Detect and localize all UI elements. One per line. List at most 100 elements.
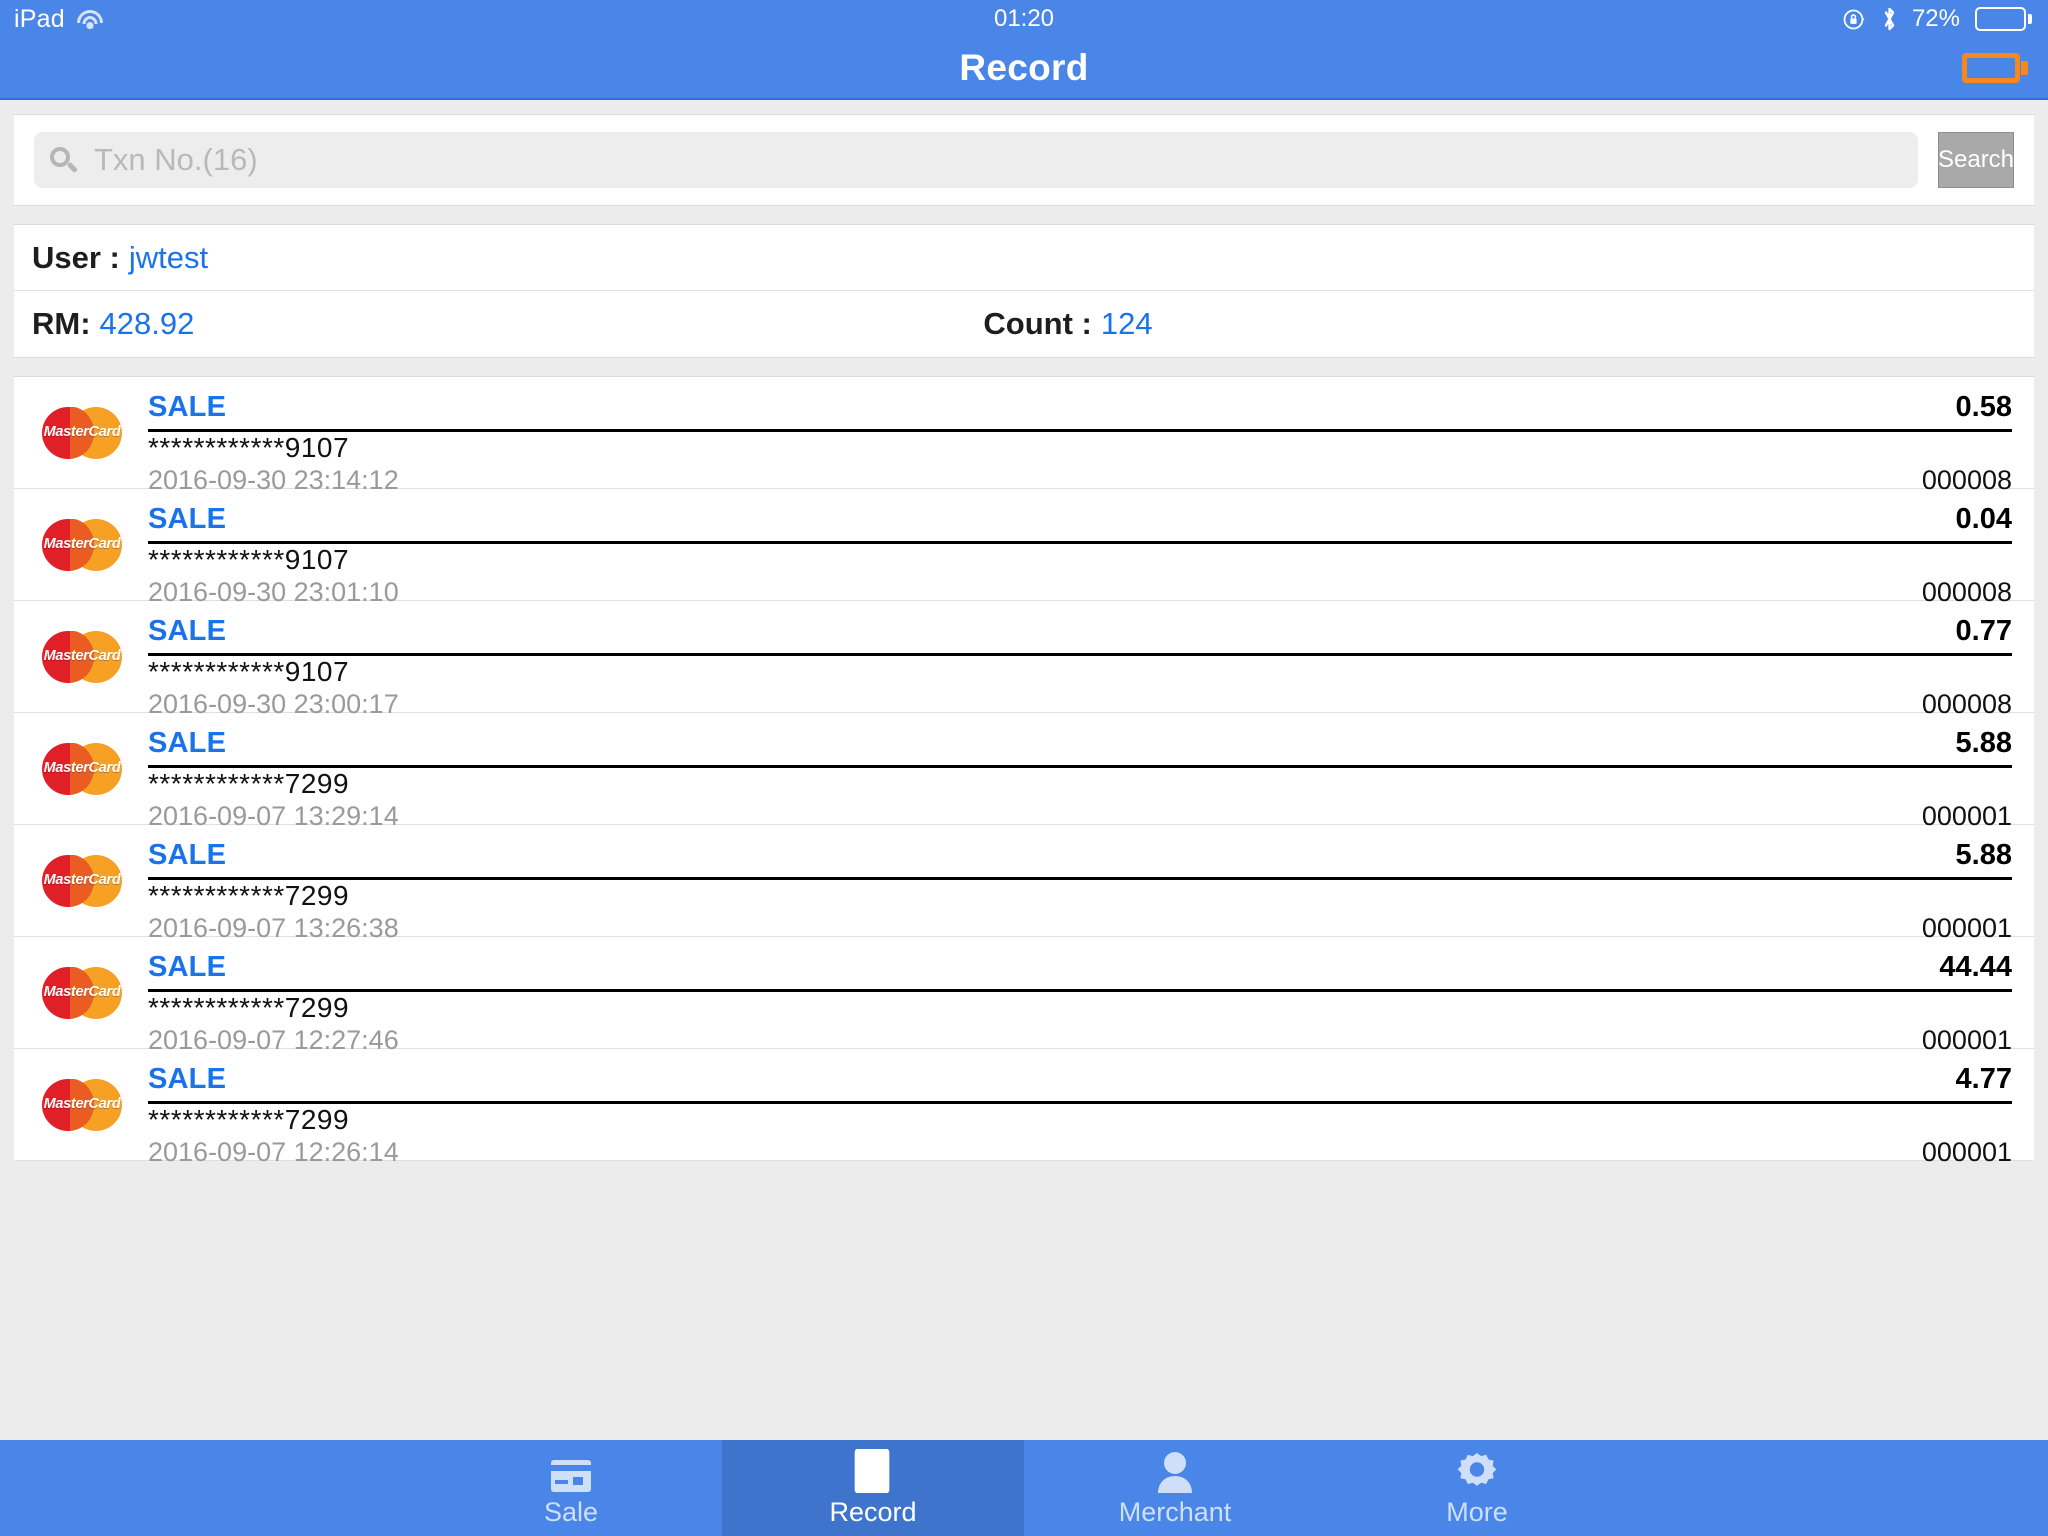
transaction-divider bbox=[148, 989, 2012, 992]
document-list-icon bbox=[852, 1448, 894, 1493]
transaction-card-number: ************9107 bbox=[148, 656, 350, 687]
credit-card-icon bbox=[550, 1449, 592, 1493]
search-card: Txn No.(16) Search bbox=[14, 114, 2034, 206]
transaction-divider bbox=[148, 541, 2012, 544]
mastercard-wordmark: MasterCard bbox=[43, 759, 121, 776]
tab-more[interactable]: More bbox=[1326, 1440, 1628, 1536]
count-value: 124 bbox=[1100, 306, 1153, 341]
mastercard-wordmark: MasterCard bbox=[43, 871, 121, 888]
battery-icon bbox=[1975, 7, 2032, 31]
transaction-amount: 5.88 bbox=[1955, 727, 2012, 759]
transaction-divider bbox=[148, 429, 2012, 432]
transaction-body: SALE 0.04 ************9107 2016-09-30 23:01… bbox=[148, 489, 2012, 607]
tab-bar: Sale Record Merchant More bbox=[0, 1440, 2048, 1536]
transaction-row[interactable]: MasterCard SALE 0.77 ************9107 2016-0… bbox=[14, 601, 2034, 719]
transaction-divider bbox=[148, 765, 2012, 768]
mastercard-wordmark: MasterCard bbox=[43, 983, 121, 1000]
tab-sale[interactable]: Sale bbox=[420, 1440, 722, 1536]
transaction-card-number: ************7299 bbox=[148, 1104, 350, 1135]
amount-label: RM: bbox=[32, 306, 91, 341]
tab-label-more: More bbox=[1446, 1496, 1508, 1527]
status-bar-right: 72% bbox=[1842, 5, 2032, 33]
mastercard-logo-icon: MasterCard bbox=[42, 406, 122, 459]
mastercard-logo-icon: MasterCard bbox=[42, 854, 122, 907]
transaction-body: SALE 5.88 ************7299 2016-09-07 13:26… bbox=[148, 825, 2012, 943]
mastercard-logo-icon: MasterCard bbox=[42, 630, 122, 683]
tab-label-record: Record bbox=[829, 1496, 917, 1527]
transaction-row[interactable]: MasterCard SALE 4.77 ************7299 2016-0… bbox=[14, 1049, 2034, 1167]
transaction-trace-number: 000001 bbox=[1921, 1137, 2012, 1167]
status-bar-clock: 01:20 bbox=[993, 5, 1055, 32]
mastercard-wordmark: MasterCard bbox=[43, 535, 121, 552]
mastercard-wordmark: MasterCard bbox=[43, 1095, 121, 1112]
summary-totals-row: RM: 428.92 Count : 124 bbox=[14, 291, 2034, 357]
transaction-divider bbox=[148, 1101, 2012, 1104]
tab-record[interactable]: Record bbox=[722, 1440, 1024, 1536]
transaction-row[interactable]: MasterCard SALE 0.04 ************9107 2016-0… bbox=[14, 489, 2034, 607]
tab-bar-spacer bbox=[0, 1440, 420, 1536]
status-bar: iPad 01:20 72% bbox=[0, 0, 2048, 38]
count-label: Count : bbox=[983, 306, 1092, 341]
transaction-row[interactable]: MasterCard SALE 0.58 ************9107 2016-0… bbox=[14, 377, 2034, 495]
app-root: iPad 01:20 72% Record Txn No.(16) Search… bbox=[0, 0, 2048, 1536]
transaction-card-number: ************7299 bbox=[148, 768, 350, 799]
tab-merchant[interactable]: Merchant bbox=[1024, 1440, 1326, 1536]
mastercard-wordmark: MasterCard bbox=[43, 647, 121, 664]
battery-outline-icon bbox=[1962, 53, 2028, 83]
transaction-type: SALE bbox=[148, 839, 227, 871]
transaction-body: SALE 44.44 ************7299 2016-09-07 12:2… bbox=[148, 937, 2012, 1055]
transaction-body: SALE 0.77 ************9107 2016-09-30 23:00… bbox=[148, 601, 2012, 719]
transaction-type: SALE bbox=[148, 503, 227, 535]
transaction-divider bbox=[148, 653, 2012, 656]
search-icon bbox=[50, 147, 78, 173]
mastercard-logo-icon: MasterCard bbox=[42, 518, 122, 571]
content-scroll-area[interactable]: Txn No.(16) Search User : jwtest RM: 428… bbox=[0, 100, 2048, 1440]
transaction-card-number: ************7299 bbox=[148, 880, 350, 911]
user-label: User : bbox=[32, 239, 120, 275]
battery-percentage: 72% bbox=[1911, 5, 1960, 32]
mastercard-wordmark: MasterCard bbox=[43, 423, 121, 440]
user-value: jwtest bbox=[128, 239, 209, 275]
transaction-list[interactable]: MasterCard SALE 0.58 ************9107 2016-0… bbox=[14, 376, 2034, 1167]
navbar-right-button[interactable] bbox=[1962, 53, 2028, 83]
transaction-amount: 0.04 bbox=[1955, 503, 2012, 535]
amount-value: 428.92 bbox=[99, 306, 195, 341]
mastercard-logo-icon: MasterCard bbox=[42, 1078, 122, 1131]
transaction-type: SALE bbox=[148, 391, 227, 423]
search-button[interactable]: Search bbox=[1938, 132, 2014, 188]
tab-label-merchant: Merchant bbox=[1118, 1496, 1232, 1527]
transaction-amount: 44.44 bbox=[1939, 951, 2012, 983]
person-icon bbox=[1156, 1449, 1194, 1493]
tab-label-sale: Sale bbox=[543, 1496, 599, 1527]
mastercard-logo-icon: MasterCard bbox=[42, 742, 122, 795]
transaction-body: SALE 5.88 ************7299 2016-09-07 13:29… bbox=[148, 713, 2012, 831]
transaction-row[interactable]: MasterCard SALE 5.88 ************7299 2016-0… bbox=[14, 825, 2034, 943]
summary-card: User : jwtest RM: 428.92 Count : 124 bbox=[14, 224, 2034, 358]
transaction-amount: 0.58 bbox=[1955, 391, 2012, 423]
transaction-card-number: ************7299 bbox=[148, 992, 350, 1023]
transaction-card-number: ************9107 bbox=[148, 544, 350, 575]
transaction-row[interactable]: MasterCard SALE 44.44 ************7299 2016-… bbox=[14, 937, 2034, 1055]
transaction-type: SALE bbox=[148, 615, 227, 647]
transaction-type: SALE bbox=[148, 1063, 227, 1095]
transaction-body: SALE 0.58 ************9107 2016-09-30 23:14… bbox=[148, 377, 2012, 495]
summary-user-row: User : jwtest bbox=[14, 225, 2034, 291]
page-title: Record bbox=[959, 47, 1089, 88]
transaction-divider bbox=[148, 877, 2012, 880]
navigation-bar: Record bbox=[0, 38, 2048, 100]
transaction-datetime: 2016-09-07 12:26:14 bbox=[148, 1137, 399, 1167]
transaction-type: SALE bbox=[148, 951, 227, 983]
transaction-amount: 5.88 bbox=[1955, 839, 2012, 871]
transaction-type: SALE bbox=[148, 727, 227, 759]
transaction-card-number: ************9107 bbox=[148, 432, 350, 463]
rotation-lock-icon bbox=[1843, 9, 1865, 29]
transaction-amount: 0.77 bbox=[1955, 615, 2012, 647]
search-input-wrapper[interactable]: Txn No.(16) bbox=[34, 132, 1918, 188]
bluetooth-icon bbox=[1884, 7, 1895, 31]
transaction-amount: 4.77 bbox=[1955, 1063, 2012, 1095]
gear-icon bbox=[1456, 1449, 1498, 1493]
mastercard-logo-icon: MasterCard bbox=[42, 966, 122, 1019]
transaction-body: SALE 4.77 ************7299 2016-09-07 12:26… bbox=[148, 1049, 2012, 1167]
search-input[interactable]: Txn No.(16) bbox=[94, 142, 258, 178]
transaction-row[interactable]: MasterCard SALE 5.88 ************7299 2016-0… bbox=[14, 713, 2034, 831]
